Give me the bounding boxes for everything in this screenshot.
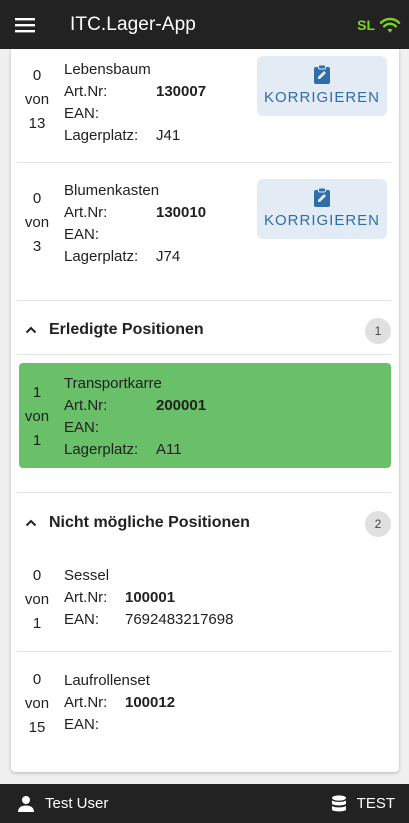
environment-label: TEST [356, 795, 395, 812]
status-label: SL [357, 16, 375, 33]
qty-done: 0 [32, 567, 42, 584]
divider [17, 651, 391, 652]
hamburger-menu-icon[interactable] [0, 0, 50, 49]
connection-status: SL [357, 16, 401, 34]
person-icon [18, 795, 34, 812]
quantity-counter: 0 von 1 [11, 564, 63, 636]
artnr-label: Art.Nr: [64, 397, 108, 414]
qty-von: von [24, 408, 50, 425]
section-header-impossible[interactable]: Nicht mögliche Positionen 2 [11, 499, 399, 547]
qty-done: 0 [32, 67, 42, 84]
divider [17, 162, 391, 163]
divider [17, 300, 391, 301]
quantity-counter: 1 von 1 [11, 381, 63, 453]
qty-done: 1 [32, 384, 42, 401]
count-badge: 2 [365, 511, 391, 537]
artnr-label: Art.Nr: [64, 694, 108, 711]
qty-total: 15 [28, 719, 46, 736]
lagerplatz-label: Lagerplatz: [64, 127, 139, 144]
qty-von: von [24, 591, 50, 608]
qty-von: von [24, 91, 50, 108]
qty-done: 0 [32, 671, 42, 688]
divider [17, 354, 391, 355]
ean-label: EAN: [64, 716, 100, 733]
item-info: Sessel Art.Nr: 100001 EAN: 7692483217698 [64, 565, 233, 631]
ean-label: EAN: [64, 611, 100, 628]
item-name: Sessel [64, 567, 110, 584]
qty-total: 3 [32, 238, 42, 255]
korrigieren-button[interactable]: KORRIGIEREN [257, 56, 387, 116]
wifi-icon [379, 17, 401, 33]
korrigieren-label: KORRIGIEREN [263, 88, 380, 106]
artnr-value: 100001 [125, 589, 176, 606]
artnr-label: Art.Nr: [64, 83, 108, 100]
qty-total: 13 [28, 115, 46, 132]
artnr-label: Art.Nr: [64, 204, 108, 221]
clipboard-edit-icon [314, 64, 330, 84]
clipboard-edit-icon [314, 187, 330, 207]
artnr-label: Art.Nr: [64, 589, 108, 606]
ean-value: 7692483217698 [125, 611, 234, 628]
chevron-up-icon [13, 519, 49, 527]
item-name: Lebensbaum [64, 61, 151, 78]
lagerplatz-value: J74 [156, 248, 181, 265]
environment-info[interactable]: TEST [331, 794, 395, 813]
app-bar: ITC.Lager-App SL [0, 0, 409, 49]
lagerplatz-value: A11 [156, 441, 182, 458]
item-info: Blumenkasten Art.Nr: 130010 EAN: Lagerpla… [64, 180, 206, 268]
item-info: Laufrollenset Art.Nr: 100012 EAN: [64, 670, 175, 736]
lagerplatz-value: J41 [156, 127, 181, 144]
lagerplatz-label: Lagerplatz: [64, 441, 139, 458]
ean-label: EAN: [64, 419, 100, 436]
artnr-value: 130007 [156, 83, 207, 100]
korrigieren-label: KORRIGIEREN [263, 211, 380, 229]
item-info: Transportkarre Art.Nr: 200001 EAN: Lagerp… [64, 373, 206, 461]
item-info: Lebensbaum Art.Nr: 130007 EAN: Lagerplatz… [64, 59, 206, 147]
chevron-up-icon [13, 326, 49, 334]
positions-card: 0 von 13 Lebensbaum Art.Nr: 130007 EAN: L… [11, 49, 399, 772]
quantity-counter: 0 von 13 [11, 64, 63, 136]
divider [17, 492, 391, 493]
qty-total: 1 [32, 432, 42, 449]
ean-label: EAN: [64, 105, 100, 122]
item-name: Blumenkasten [64, 182, 160, 199]
lagerplatz-label: Lagerplatz: [64, 248, 139, 265]
database-icon [331, 794, 346, 811]
quantity-counter: 0 von 15 [11, 668, 63, 740]
item-name: Transportkarre [64, 375, 162, 392]
qty-total: 1 [32, 615, 42, 632]
item-name: Laufrollenset [64, 672, 150, 689]
section-title: Nicht mögliche Positionen [49, 514, 250, 531]
artnr-value: 130010 [156, 204, 207, 221]
korrigieren-button[interactable]: KORRIGIEREN [257, 179, 387, 239]
bottom-bar: Test User TEST [0, 784, 409, 823]
qty-von: von [24, 695, 50, 712]
app-title: ITC.Lager-App [70, 13, 196, 35]
count-badge: 1 [365, 318, 391, 344]
ean-label: EAN: [64, 226, 100, 243]
artnr-value: 200001 [156, 397, 207, 414]
section-title: Erledigte Positionen [49, 321, 204, 338]
quantity-counter: 0 von 3 [11, 187, 63, 259]
user-info[interactable]: Test User [17, 795, 108, 813]
section-header-done[interactable]: Erledigte Positionen 1 [11, 306, 399, 354]
artnr-value: 100012 [125, 694, 176, 711]
user-name: Test User [45, 795, 109, 812]
qty-done: 0 [32, 190, 42, 207]
qty-von: von [24, 214, 50, 231]
